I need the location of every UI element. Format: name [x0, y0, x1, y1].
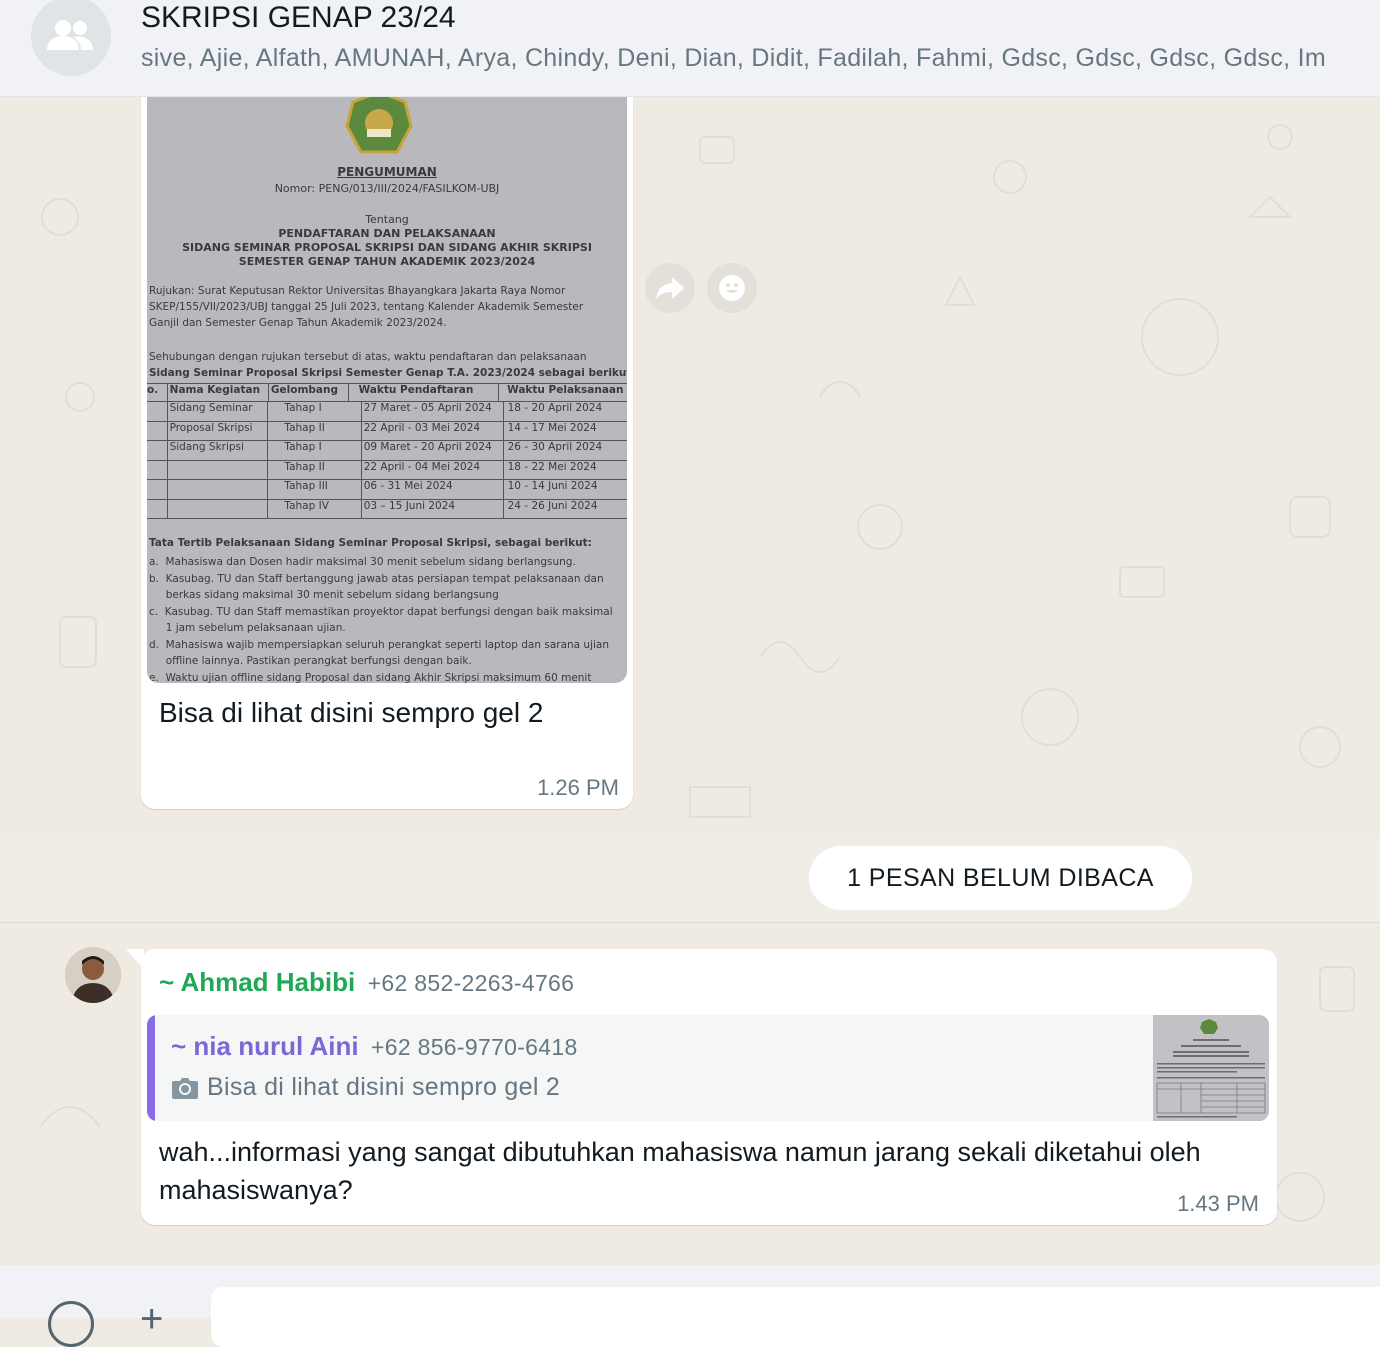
- table-cell: [147, 441, 167, 460]
- table-row: Tahap IV 03 – 15 Juni 2024 24 - 26 Juni 20…: [147, 499, 627, 519]
- table-cell: 14 - 17 Mei 2024: [502, 421, 627, 440]
- doc-rule-line: a. Mahasiswa dan Dosen hadir maksimal 30…: [149, 556, 576, 568]
- table-header: Waktu Pelaksanaan: [498, 384, 627, 401]
- unread-messages-badge: 1 PESAN BELUM DIBACA: [809, 846, 1192, 910]
- chat-title[interactable]: SKRIPSI GENAP 23/24: [141, 0, 456, 36]
- attach-icon[interactable]: +: [140, 1299, 163, 1339]
- table-cell: Tahap IV: [267, 499, 360, 518]
- table-cell: 27 Maret - 05 April 2024: [360, 402, 503, 421]
- table-cell: [166, 460, 268, 479]
- quoted-sender-phone: +62 856-9770-6418: [371, 1034, 578, 1060]
- doc-rule-line: offline lainnya. Pastikan perangkat berf…: [149, 655, 472, 667]
- doc-rule-line: berkas sidang maksimal 30 menit sebelum …: [149, 589, 499, 601]
- emoji-icon[interactable]: [48, 1301, 94, 1347]
- table-cell: Proposal Skripsi: [166, 421, 268, 440]
- sender-avatar[interactable]: [65, 947, 121, 1003]
- forward-button[interactable]: [645, 263, 695, 313]
- table-row: Tahap II 22 April - 04 Mei 2024 18 - 22 Me…: [147, 460, 627, 480]
- doc-rule-line: 1 jam sebelum pelaksanaan ujian.: [149, 622, 346, 634]
- table-cell: 03 – 15 Juni 2024: [360, 499, 503, 518]
- doc-title-line-2: SIDANG SEMINAR PROPOSAL SKRIPSI DAN SIDA…: [182, 241, 592, 254]
- doc-intro-line-1: Sehubungan dengan rujukan tersebut di at…: [149, 351, 587, 363]
- table-cell: [147, 461, 167, 480]
- table-row: Sidang Seminar Tahap I 27 Maret - 05 April…: [147, 402, 627, 422]
- chat-header[interactable]: SKRIPSI GENAP 23/24 sive, Ajie, Alfath, …: [0, 0, 1380, 97]
- table-row: Tahap III 06 - 31 Mei 2024 10 - 14 Juni 20…: [147, 480, 627, 500]
- doc-rule-line: b. Kasubag. TU dan Staff bertanggung jaw…: [149, 572, 604, 585]
- table-cell: Tahap II: [267, 421, 360, 440]
- message-composer: +: [0, 1265, 1380, 1347]
- table-header: o.: [147, 384, 159, 396]
- smiley-icon: [719, 275, 745, 301]
- doc-title-line-1: PENDAFTARAN DAN PELAKSANAAN: [278, 227, 496, 240]
- quoted-message[interactable]: ~ nia nurul Aini +62 856-9770-6418 Bisa …: [147, 1015, 1269, 1121]
- table-cell: [147, 480, 167, 499]
- table-cell: [147, 402, 167, 421]
- doc-rule-line: c. Kasubag. TU dan Staff memastikan proy…: [149, 605, 613, 618]
- table-cell: 26 - 30 April 2024: [502, 441, 627, 460]
- sender-line: ~ Ahmad Habibi +62 852-2263-4766: [159, 967, 574, 998]
- doc-title-line-3: SEMESTER GENAP TAHUN AKADEMIK 2023/2024: [238, 255, 536, 268]
- doc-rule-line: e. Waktu ujian offline sidang Proposal d…: [149, 671, 592, 684]
- camera-icon: [172, 1077, 198, 1099]
- group-members-list[interactable]: sive, Ajie, Alfath, AMUNAH, Arya, Chindy…: [141, 42, 1326, 74]
- unread-divider: 1 PESAN BELUM DIBACA: [0, 834, 1380, 923]
- table-cell: [166, 480, 268, 499]
- table-cell: 10 - 14 Juni 2024: [502, 480, 627, 499]
- doc-intro-line-2: Sidang Seminar Proposal Skripsi Semester…: [149, 367, 627, 379]
- quoted-image-thumbnail: [1153, 1015, 1269, 1121]
- forward-icon: [656, 277, 684, 300]
- table-header: Waktu Pendaftaran: [347, 384, 499, 401]
- table-cell: [147, 422, 167, 441]
- table-cell: [166, 499, 268, 518]
- doc-ref-line-3: Ganjil dan Semester Genap Tahun Akademik…: [149, 317, 447, 329]
- quote-accent-bar: [147, 1015, 155, 1121]
- table-cell: Tahap II: [267, 460, 360, 479]
- table-cell: [147, 500, 167, 519]
- group-avatar[interactable]: [31, 0, 111, 76]
- table-row: Sidang Skripsi Tahap I 09 Maret - 20 April…: [147, 441, 627, 461]
- table-header: Nama Kegiatan: [166, 384, 268, 401]
- doc-number: Nomor: PENG/013/III/2024/FASILKOM-UBJ: [274, 182, 500, 195]
- quoted-sender-name: ~ nia nurul Aini: [171, 1031, 359, 1061]
- doc-ref-line-1: Rujukan: Surat Keputusan Rektor Universi…: [149, 285, 566, 297]
- announcement-document-image[interactable]: PENGUMUMAN Nomor: PENG/013/III/2024/FASI…: [147, 97, 627, 683]
- message-timestamp: 1.26 PM: [537, 775, 619, 800]
- doc-schedule-table: o. Nama Kegiatan Gelombang Waktu Pendaft…: [147, 383, 627, 519]
- table-cell: Sidang Seminar: [166, 402, 268, 421]
- table-header: Gelombang: [267, 384, 348, 401]
- table-cell: 22 April - 04 Mei 2024: [360, 460, 503, 479]
- message-text: wah...informasi yang sangat dibutuhkan m…: [159, 1137, 1201, 1205]
- group-icon: [47, 20, 93, 50]
- table-cell: 09 Maret - 20 April 2024: [360, 441, 503, 460]
- doc-rule-line: d. Mahasiswa wajib mempersiapkan seluruh…: [149, 638, 610, 651]
- chat-messages-area[interactable]: PENGUMUMAN Nomor: PENG/013/III/2024/FASI…: [0, 97, 1380, 1265]
- table-row: Proposal Skripsi Tahap II 22 April - 03 Me…: [147, 421, 627, 441]
- reply-message-bubble[interactable]: ~ Ahmad Habibi +62 852-2263-4766 ~ nia n…: [141, 949, 1277, 1225]
- doc-ref-line-2: SKEP/155/VII/2023/UBJ tanggal 25 Juli 20…: [149, 301, 584, 313]
- quoted-text: Bisa di lihat disini sempro gel 2: [207, 1073, 561, 1101]
- message-timestamp: 1.43 PM: [1177, 1191, 1259, 1216]
- table-cell: Tahap III: [267, 480, 360, 499]
- table-cell: Tahap I: [267, 441, 360, 460]
- doc-rules-title: Tata Tertib Pelaksanaan Sidang Seminar P…: [149, 537, 592, 549]
- table-cell: Sidang Skripsi: [166, 441, 268, 460]
- react-button[interactable]: [707, 263, 757, 313]
- table-cell: 18 - 22 Mei 2024: [502, 460, 627, 479]
- table-cell: 18 - 20 April 2024: [502, 402, 627, 421]
- doc-about: Tentang: [365, 213, 409, 226]
- table-cell: 06 - 31 Mei 2024: [360, 480, 503, 499]
- message-input[interactable]: [211, 1287, 1380, 1347]
- avatar-photo: [65, 947, 121, 1003]
- image-message-bubble[interactable]: PENGUMUMAN Nomor: PENG/013/III/2024/FASI…: [141, 97, 633, 809]
- sender-name[interactable]: ~ Ahmad Habibi: [159, 967, 355, 997]
- table-cell: 24 - 26 Juni 2024: [502, 499, 627, 518]
- table-cell: 22 April - 03 Mei 2024: [360, 421, 503, 440]
- image-caption: Bisa di lihat disini sempro gel 2: [159, 697, 544, 728]
- sender-phone: +62 852-2263-4766: [367, 970, 575, 996]
- doc-heading: PENGUMUMAN: [337, 165, 437, 179]
- table-cell: Tahap I: [267, 402, 360, 421]
